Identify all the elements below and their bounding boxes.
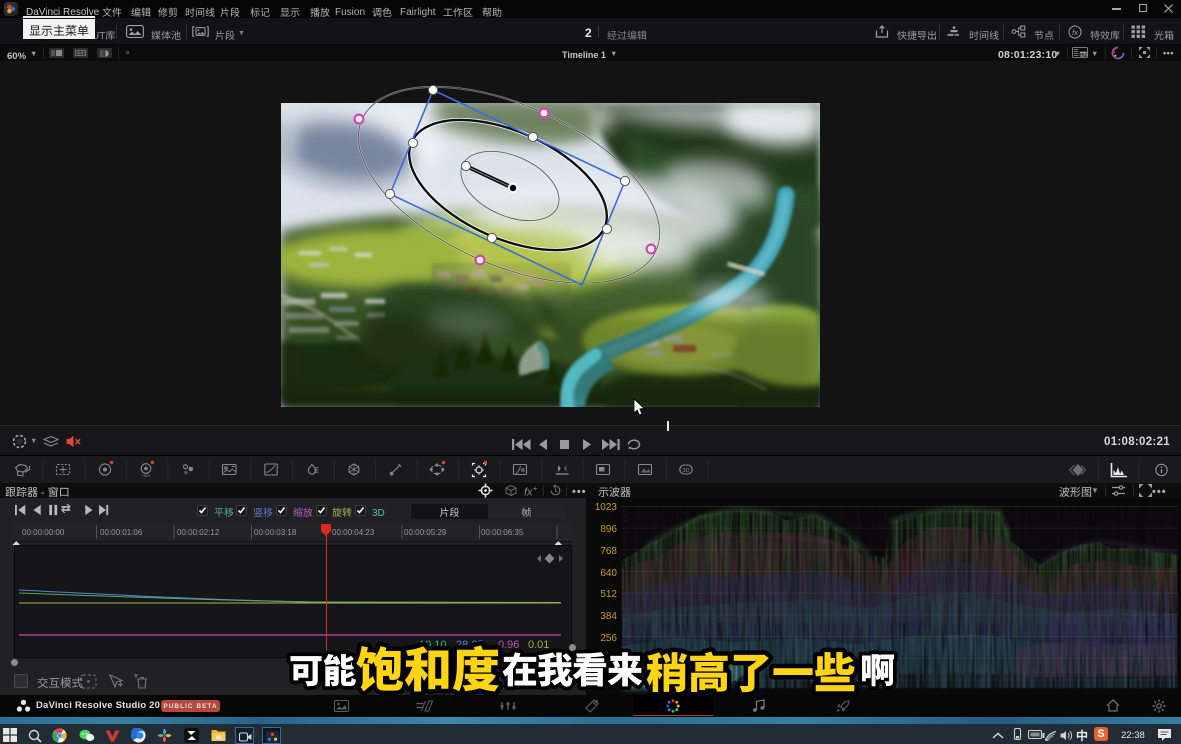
svg-text:饱和度: 饱和度 — [356, 631, 500, 701]
svg-text:fx: fx — [1072, 28, 1078, 37]
svg-text:啊: 啊 — [860, 643, 895, 694]
svg-text:可能: 可能 — [289, 644, 356, 693]
svg-text:HDR: HDR — [142, 474, 150, 478]
svg-text:640: 640 — [600, 568, 617, 579]
svg-text:896: 896 — [600, 524, 617, 535]
svg-text:HQ: HQ — [1080, 52, 1087, 57]
svg-text:384: 384 — [600, 611, 617, 622]
svg-text:在我看来: 在我看来 — [502, 642, 643, 694]
svg-text:3D: 3D — [682, 468, 689, 474]
svg-text:768: 768 — [600, 546, 617, 557]
svg-text:1023: 1023 — [595, 502, 618, 513]
svg-text:512: 512 — [600, 589, 617, 600]
svg-text:稍高了一些: 稍高了一些 — [646, 640, 856, 701]
